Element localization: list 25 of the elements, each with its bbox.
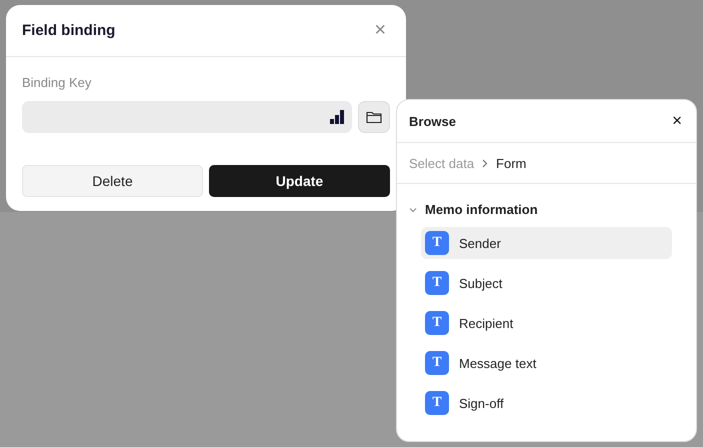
dialog-title: Field binding — [22, 22, 116, 39]
field-item[interactable]: T Sender — [421, 227, 672, 259]
text-field-icon: T — [425, 311, 449, 335]
text-field-icon: T — [425, 271, 449, 295]
group-label: Memo information — [425, 202, 538, 217]
chevron-right-icon — [482, 158, 488, 168]
field-item[interactable]: T Message text — [421, 347, 672, 379]
binding-key-field[interactable] — [22, 101, 352, 133]
text-field-icon: T — [425, 391, 449, 415]
browse-button[interactable] — [358, 101, 390, 133]
close-button[interactable]: × — [670, 111, 684, 131]
text-field-icon: T — [425, 351, 449, 375]
field-item[interactable]: T Sign-off — [421, 387, 672, 419]
chevron-down-icon[interactable] — [409, 206, 417, 212]
breadcrumb-item[interactable]: Form — [496, 156, 526, 170]
bars-icon — [330, 110, 344, 124]
text-field-icon: T — [425, 231, 449, 255]
folder-icon — [366, 110, 382, 124]
field-item[interactable]: T Recipient — [421, 307, 672, 339]
field-label: Binding Key — [22, 75, 92, 90]
update-button[interactable]: Update — [209, 165, 390, 197]
field-item[interactable]: T Subject — [421, 267, 672, 299]
panel-title: Browse — [409, 114, 456, 128]
close-button[interactable]: × — [370, 19, 390, 42]
delete-button[interactable]: Delete — [22, 165, 203, 197]
